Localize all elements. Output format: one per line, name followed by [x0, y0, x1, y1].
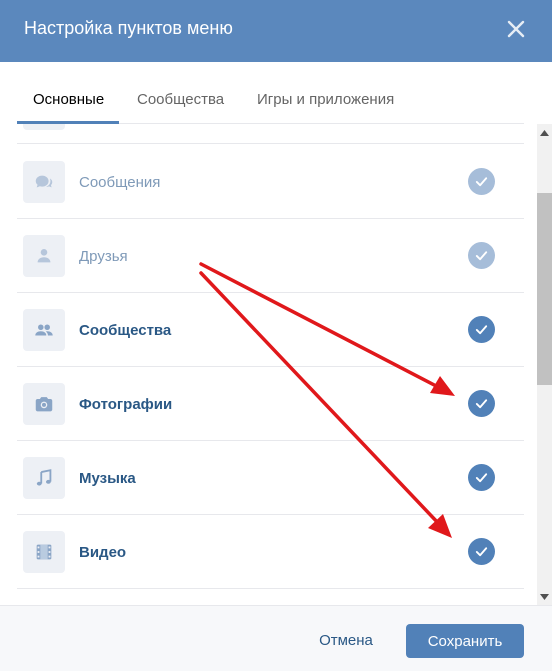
scroll-up-arrow-icon[interactable]: [537, 124, 552, 141]
list-item-label: Друзья: [79, 248, 128, 265]
icon-placeholder: [23, 124, 65, 130]
list-item-label: Сообщения: [79, 174, 161, 191]
checkmark-icon[interactable]: [468, 242, 495, 269]
checkmark-icon[interactable]: [468, 538, 495, 565]
dialog-header: Настройка пунктов меню: [0, 0, 552, 62]
dialog-footer: Отмена Сохранить: [0, 605, 552, 671]
list-item-label: Сообщества: [79, 322, 172, 339]
cancel-button[interactable]: Отмена: [304, 625, 388, 655]
list-item-video[interactable]: Видео: [17, 515, 524, 589]
scroll-down-arrow-icon[interactable]: [537, 588, 552, 605]
list-item-messages[interactable]: Сообщения: [17, 145, 524, 219]
person-icon: [23, 235, 65, 277]
tab-communities[interactable]: Сообщества: [137, 91, 224, 108]
list-item-label: Фотографии: [79, 396, 173, 413]
scrollbar[interactable]: [537, 124, 552, 605]
tab-games-apps[interactable]: Игры и приложения: [257, 91, 394, 108]
list-item-partial: [17, 124, 524, 144]
list-item-label: Видео: [79, 544, 127, 561]
list-item-label: Музыка: [79, 470, 136, 487]
list-item-music[interactable]: Музыка: [17, 441, 524, 515]
checkmark-icon[interactable]: [468, 168, 495, 195]
message-icon: [23, 161, 65, 203]
camera-icon: [23, 383, 65, 425]
group-icon: [23, 309, 65, 351]
save-button[interactable]: Сохранить: [406, 624, 524, 658]
checkmark-icon[interactable]: [468, 316, 495, 343]
checkmark-icon[interactable]: [468, 464, 495, 491]
close-icon[interactable]: [500, 13, 532, 45]
checkmark-icon[interactable]: [468, 390, 495, 417]
tab-bar: Основные Сообщества Игры и приложения: [0, 62, 552, 124]
scroll-thumb[interactable]: [537, 193, 552, 385]
video-film-icon: [23, 531, 65, 573]
dialog-title: Настройка пунктов меню: [24, 18, 233, 38]
tab-main[interactable]: Основные: [33, 91, 104, 108]
list-item-friends[interactable]: Друзья: [17, 219, 524, 293]
menu-items-list: Сообщения Друзья Сообщества Фотографии М…: [0, 124, 552, 605]
list-item-communities[interactable]: Сообщества: [17, 293, 524, 367]
music-note-icon: [23, 457, 65, 499]
list-item-photos[interactable]: Фотографии: [17, 367, 524, 441]
